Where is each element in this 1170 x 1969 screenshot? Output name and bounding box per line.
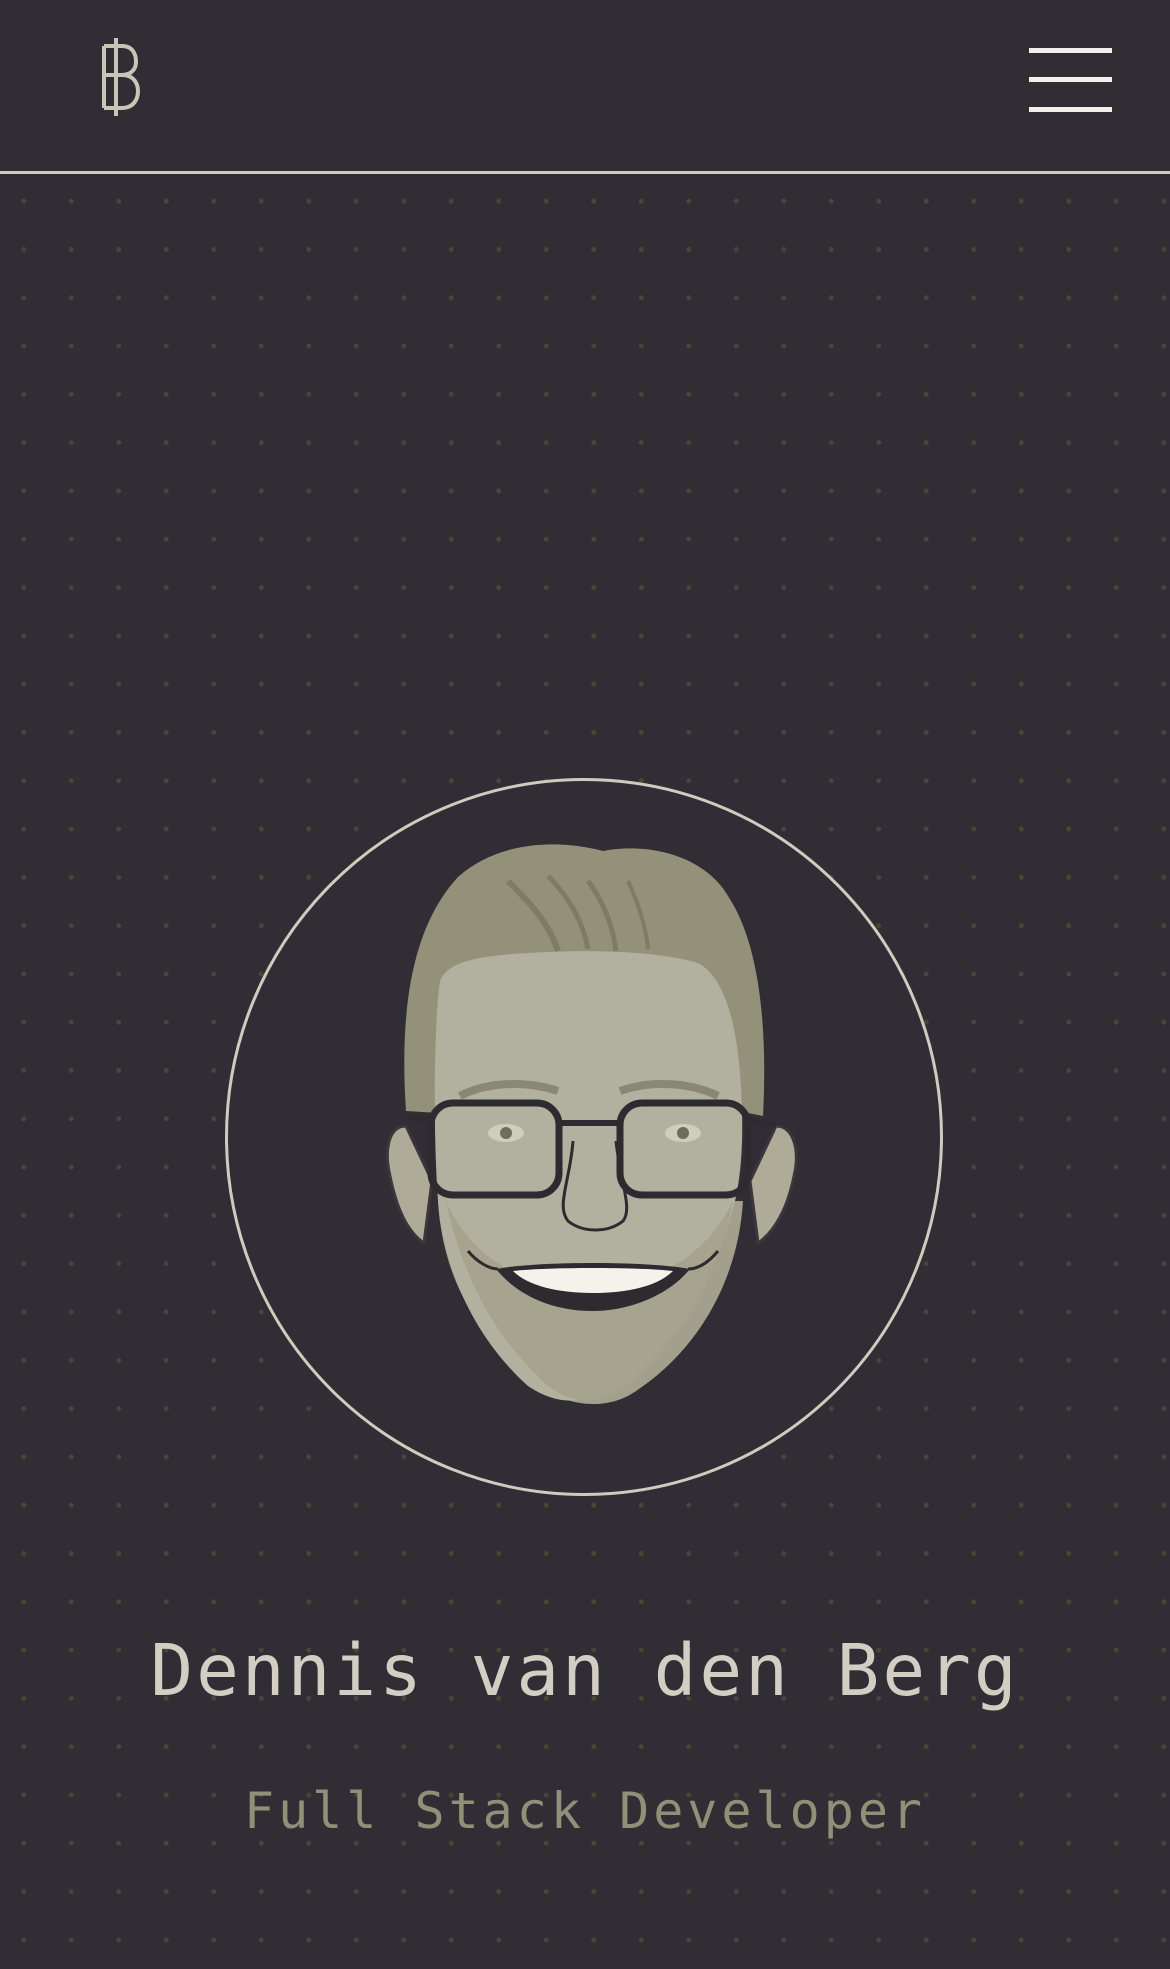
- hamburger-menu-button[interactable]: [1026, 46, 1114, 118]
- portrait-avatar-icon: [385, 844, 798, 1405]
- logo-baht-icon[interactable]: [100, 38, 140, 116]
- top-header: [0, 0, 1170, 174]
- menu-line-top: [1029, 48, 1112, 53]
- menu-line-middle: [1029, 77, 1112, 82]
- profile-role: Full Stack Developer: [243, 1782, 927, 1840]
- hero-section: Dennis van den Berg Full Stack Developer: [0, 177, 1170, 1969]
- avatar-frame: [225, 778, 943, 1496]
- menu-line-bottom: [1029, 107, 1112, 112]
- profile-name: Dennis van den Berg: [150, 1629, 1020, 1712]
